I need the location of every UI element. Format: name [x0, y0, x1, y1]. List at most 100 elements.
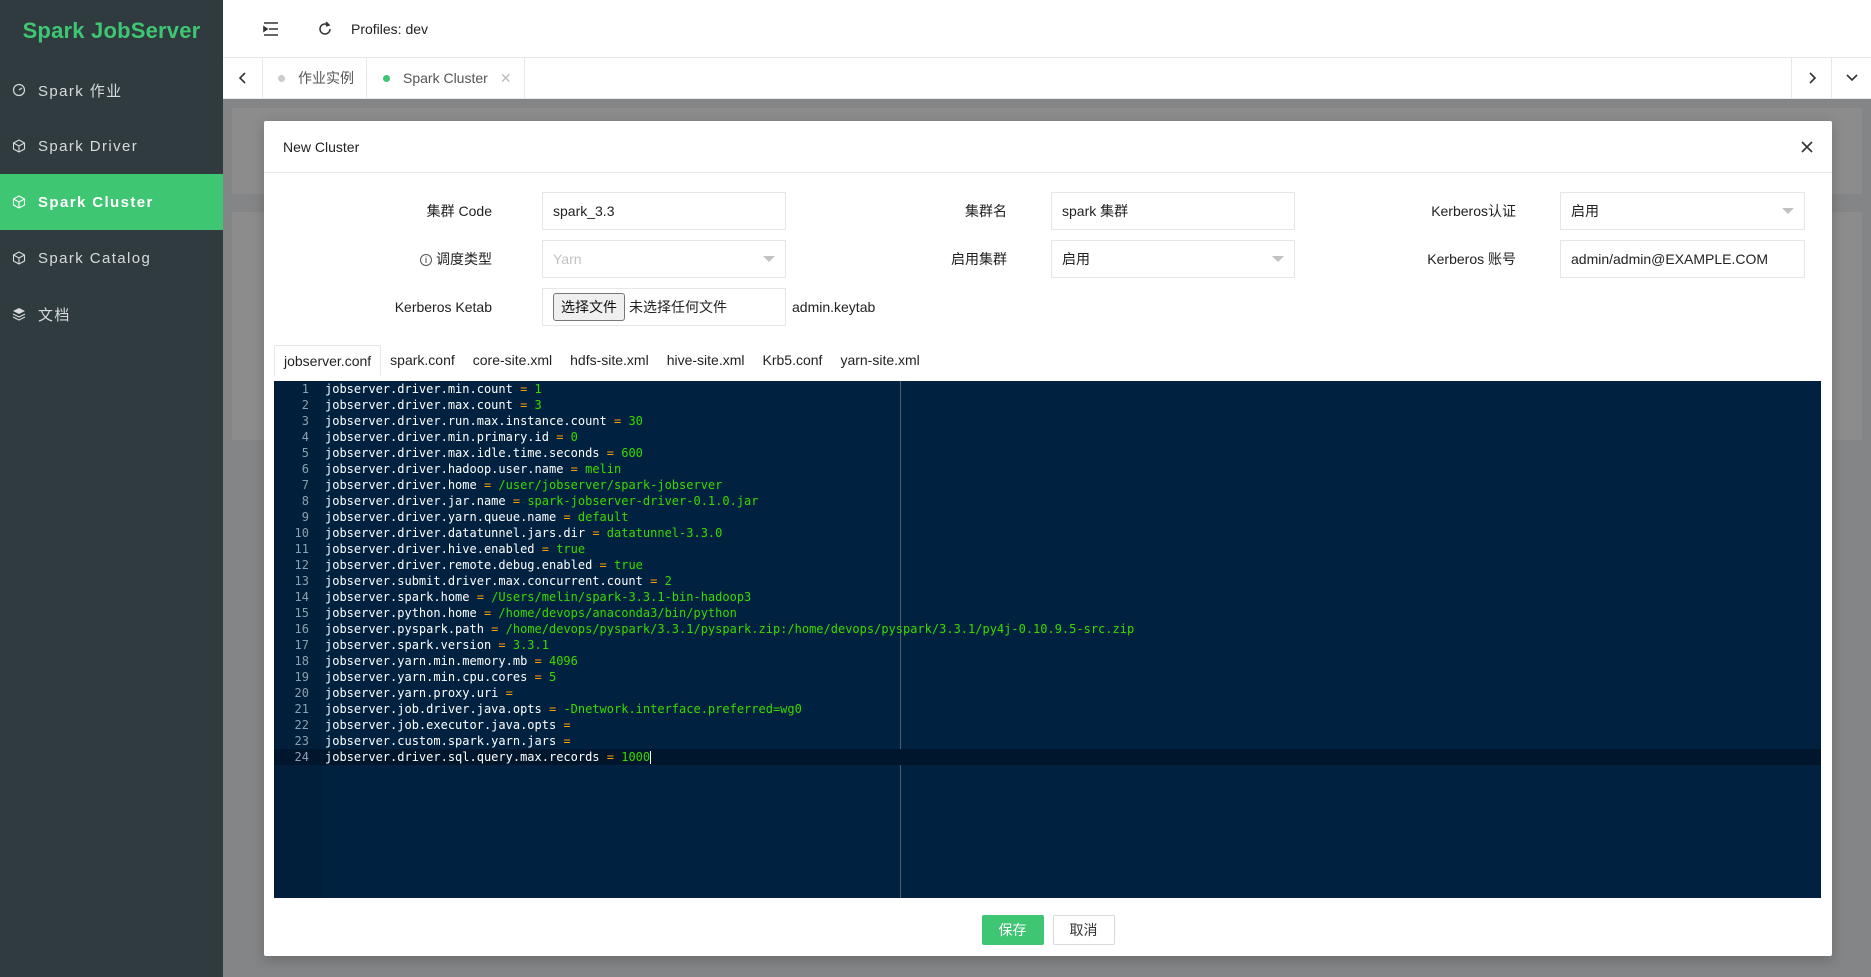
refresh-icon[interactable]: [315, 19, 335, 39]
menu-toggle-icon[interactable]: [261, 19, 281, 39]
code-text: jobserver.driver.datatunnel.jars.dir = d…: [325, 525, 722, 541]
equals-sign: =: [599, 750, 622, 764]
tabs-scroll-right-icon[interactable]: [1791, 58, 1831, 98]
editor-line: 16 jobserver.pyspark.path = /home/devops/…: [274, 621, 1821, 637]
config-tab[interactable]: core-site.xml: [464, 345, 561, 376]
config-tab[interactable]: yarn-site.xml: [831, 345, 928, 376]
sidebar-item-spark-作业[interactable]: Spark 作业: [0, 62, 223, 118]
cluster-name-input[interactable]: spark 集群: [1051, 192, 1295, 230]
new-cluster-dialog: New Cluster 集群 Code spark_3.3 集群名 spark …: [264, 121, 1832, 956]
config-tab[interactable]: spark.conf: [381, 345, 464, 376]
line-number: 7: [301, 478, 309, 492]
config-key: jobserver.job.driver.java.opts: [325, 702, 542, 716]
editor-line: 15 jobserver.python.home = /home/devops/a…: [274, 605, 1821, 621]
code-text: jobserver.driver.max.idle.time.seconds =…: [325, 445, 643, 461]
cluster-code-input[interactable]: spark_3.3: [542, 192, 786, 230]
equals-sign: =: [606, 414, 629, 428]
close-icon[interactable]: [1794, 134, 1820, 160]
sidebar-item-spark-cluster[interactable]: Spark Cluster: [0, 174, 223, 230]
editor-line: 23 jobserver.custom.spark.yarn.jars =: [274, 733, 1821, 749]
sidebar-item-spark-catalog[interactable]: Spark Catalog: [0, 230, 223, 286]
kerberos-ketab-file-input: 选择文件 未选择任何文件: [542, 288, 786, 326]
cancel-button[interactable]: 取消: [1052, 915, 1115, 945]
dialog-title: New Cluster: [283, 138, 360, 155]
line-number: 15: [294, 606, 309, 620]
choose-file-button[interactable]: 选择文件: [553, 293, 625, 321]
page-tab-spark-cluster[interactable]: Spark Cluster ✕: [368, 58, 525, 98]
equals-sign: =: [548, 430, 571, 444]
config-key: jobserver.driver.home: [325, 478, 477, 492]
editor-line: 20 jobserver.yarn.proxy.uri =: [274, 685, 1821, 701]
kerberos-account-input[interactable]: admin/admin@EXAMPLE.COM: [1560, 240, 1805, 278]
kerberos-ketab-label: Kerberos Ketab: [394, 299, 492, 315]
page-tab-job-instance[interactable]: 作业实例: [263, 58, 367, 98]
line-number: 16: [294, 622, 309, 636]
sidebar-item-spark-driver[interactable]: Spark Driver: [0, 118, 223, 174]
chevron-down-icon: [1782, 208, 1794, 214]
cube-icon: [12, 139, 26, 153]
config-key: jobserver.driver.jar.name: [325, 494, 506, 508]
equals-sign: =: [556, 510, 578, 524]
equals-sign: =: [585, 526, 607, 540]
dialog-footer: 保存 取消: [264, 915, 1832, 947]
sidebar-item-label: Spark 作业: [38, 82, 123, 100]
cube-icon: [12, 195, 26, 209]
line-number: 12: [294, 558, 309, 572]
sidebar-item-文档[interactable]: 文档: [0, 286, 223, 342]
config-tab[interactable]: hive-site.xml: [658, 345, 754, 376]
editor-line: 22 jobserver.job.executor.java.opts =: [274, 717, 1821, 733]
code-text: jobserver.job.driver.java.opts = -Dnetwo…: [325, 701, 802, 717]
enable-cluster-select[interactable]: 启用: [1051, 240, 1295, 278]
line-number: 20: [294, 686, 309, 700]
code-editor[interactable]: 1 jobserver.driver.min.count = 1 2 jobserve…: [274, 381, 1821, 898]
editor-line: 17 jobserver.spark.version = 3.3.1: [274, 637, 1821, 653]
equals-sign: =: [527, 670, 549, 684]
save-button[interactable]: 保存: [981, 915, 1044, 945]
sidebar-nav: Spark 作业 Spark Driver Spark Cluster Spark C…: [0, 62, 223, 342]
current-keytab-file: admin.keytab: [792, 299, 876, 315]
chevron-down-icon[interactable]: [1831, 58, 1871, 98]
code-text: jobserver.spark.version = 3.3.1: [325, 637, 549, 653]
editor-line: 6 jobserver.driver.hadoop.user.name = mel…: [274, 461, 1821, 477]
line-number: 6: [301, 462, 309, 476]
code-text: jobserver.custom.spark.yarn.jars =: [325, 733, 578, 749]
layers-icon: [12, 307, 26, 321]
config-value: 1: [534, 382, 542, 396]
line-number: 1: [301, 382, 309, 396]
config-value: /user/jobserver/spark-jobserver: [498, 478, 723, 492]
config-value: spark-jobserver-driver-0.1.0.jar: [527, 494, 759, 508]
equals-sign: =: [469, 590, 492, 604]
kerberos-auth-select[interactable]: 启用: [1560, 192, 1805, 230]
equals-sign: =: [563, 462, 586, 476]
code-text: jobserver.yarn.min.cpu.cores = 5: [325, 669, 556, 685]
config-key: jobserver.driver.max.count: [325, 398, 513, 412]
close-icon[interactable]: ✕: [500, 70, 512, 87]
profiles-label: Profiles: dev: [351, 20, 429, 37]
line-number: 3: [301, 414, 309, 428]
equals-sign: =: [505, 494, 528, 508]
config-tab[interactable]: hdfs-site.xml: [561, 345, 658, 376]
cluster-name-label: 集群名: [965, 203, 1007, 219]
config-value: 600: [621, 446, 643, 460]
sidebar: Spark JobServer Spark 作业 Spark Driver Spar…: [0, 0, 223, 977]
config-value: /Users/melin/spark-3.3.1-bin-hadoop3: [491, 590, 752, 604]
equals-sign: =: [534, 542, 557, 556]
config-tab[interactable]: jobserver.conf: [274, 345, 382, 376]
cluster-code-label: 集群 Code: [426, 203, 492, 219]
editor-line: 19 jobserver.yarn.min.cpu.cores = 5: [274, 669, 1821, 685]
line-number: 5: [301, 446, 309, 460]
config-key: jobserver.yarn.min.cpu.cores: [325, 670, 528, 684]
line-number: 13: [294, 574, 309, 588]
file-status-text: 未选择任何文件: [629, 299, 727, 315]
config-value: 4096: [548, 654, 578, 668]
line-number: 22: [294, 718, 309, 732]
editor-line: 1 jobserver.driver.min.count = 1: [274, 381, 1821, 397]
code-text: jobserver.yarn.proxy.uri =: [325, 685, 520, 701]
config-key: jobserver.driver.hive.enabled: [325, 542, 535, 556]
config-value: true: [614, 558, 643, 572]
config-tab[interactable]: Krb5.conf: [754, 345, 832, 376]
page-tab-label: Spark Cluster: [403, 70, 488, 86]
tabs-scroll-left-icon[interactable]: [223, 58, 263, 98]
config-key: jobserver.driver.max.idle.time.seconds: [325, 446, 600, 460]
config-file-tabs: jobserver.conf spark.conf core-site.xml hdf…: [274, 345, 929, 376]
